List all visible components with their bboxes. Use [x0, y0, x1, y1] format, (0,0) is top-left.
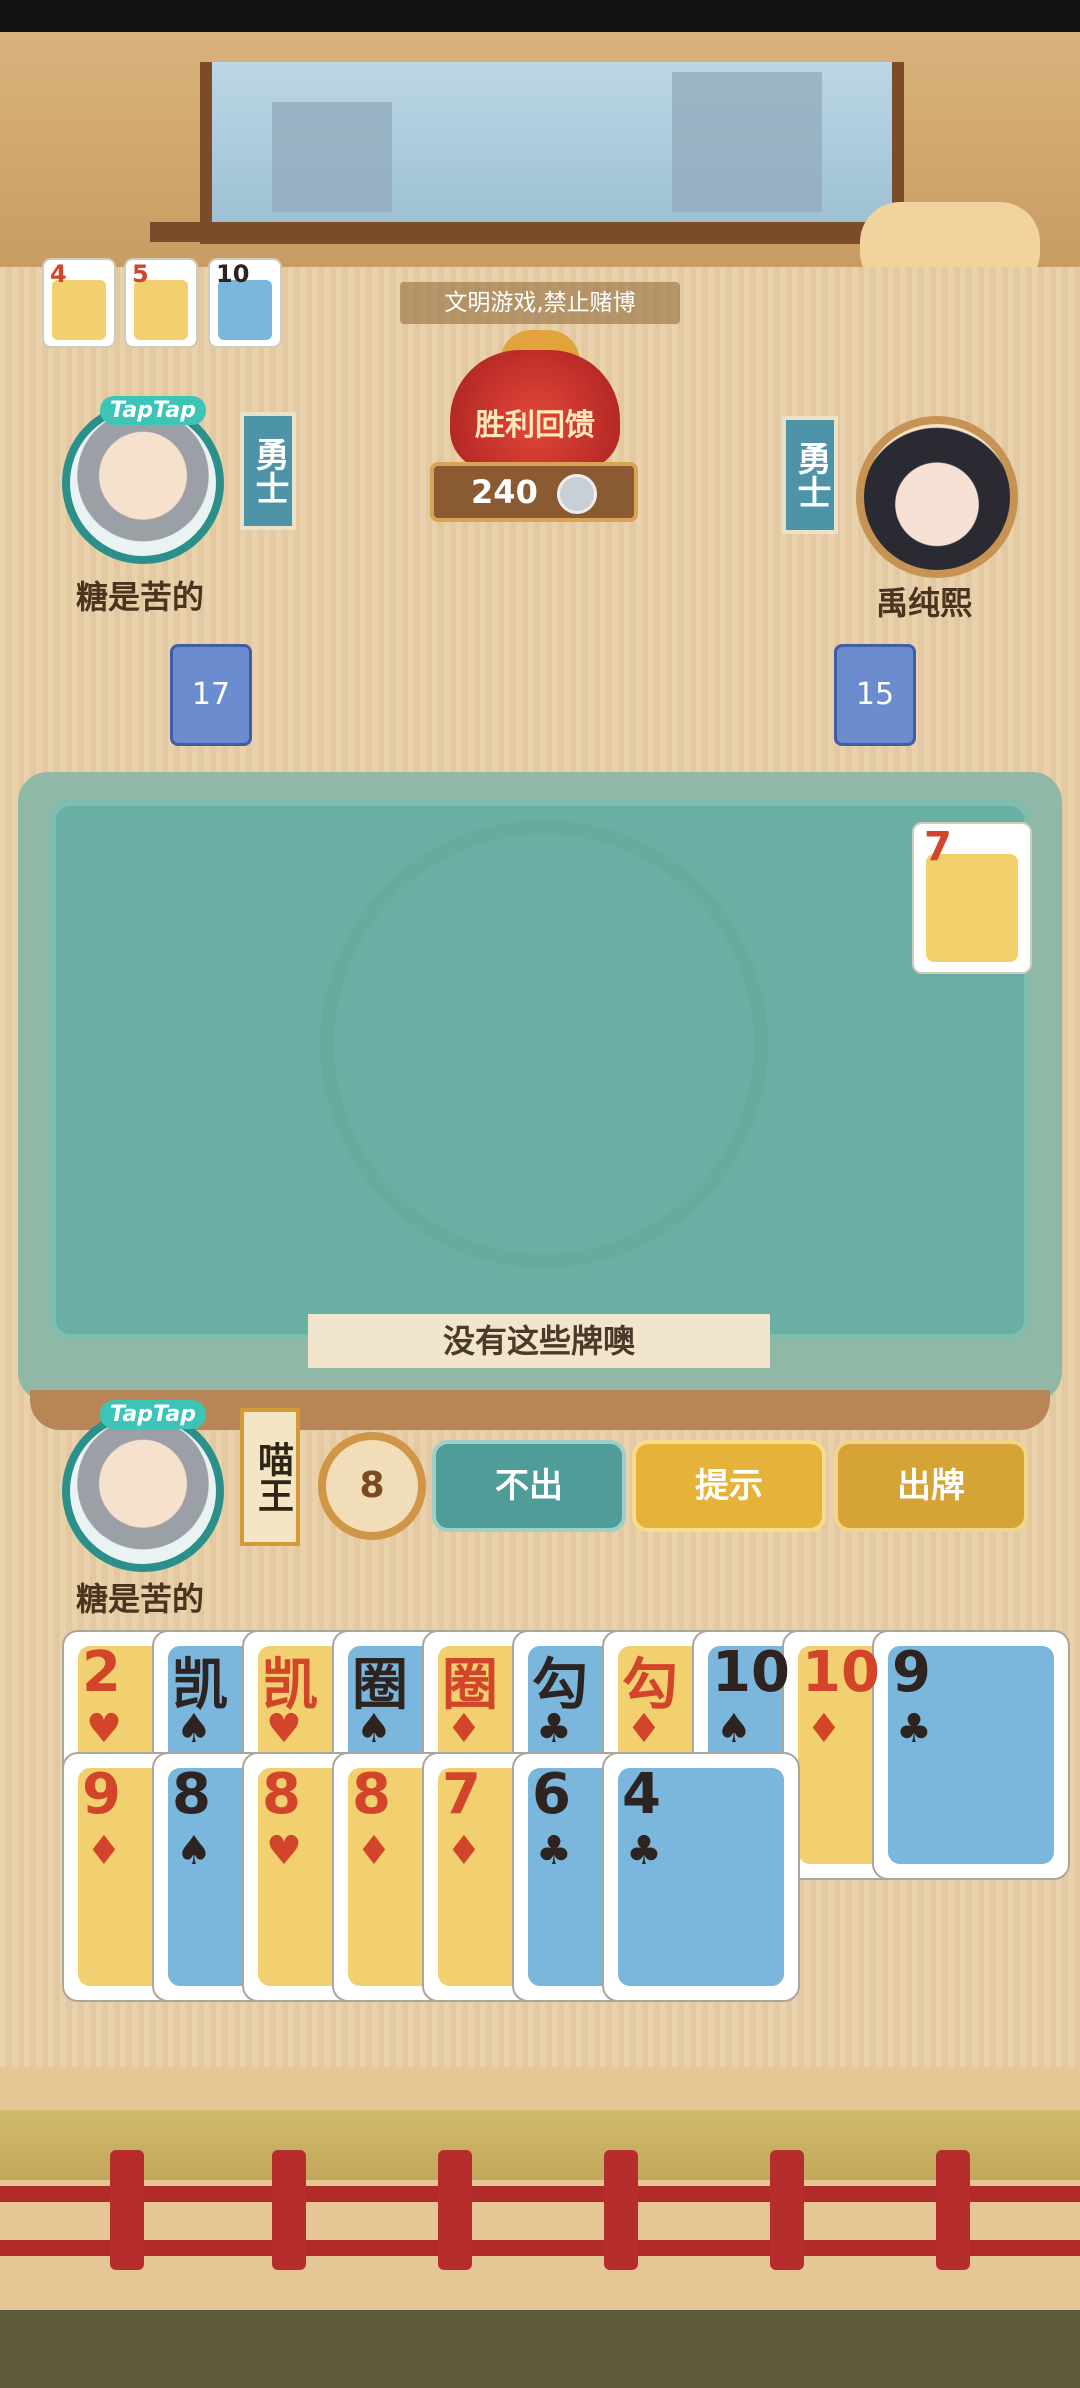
- card-rank: 6: [532, 1762, 571, 1827]
- taptap-badge: TapTap: [100, 396, 206, 425]
- status-bar: [0, 0, 1080, 32]
- card-rank: 10: [216, 260, 250, 288]
- card-rank: 4: [50, 260, 67, 288]
- hand-card[interactable]: 4 ♣: [602, 1752, 800, 2002]
- player-title-badge: 勇士: [782, 416, 838, 534]
- card-rank: 9: [892, 1640, 931, 1705]
- card-suit-icon: ♦: [446, 1706, 482, 1752]
- player-name: 禹纯熙: [876, 584, 973, 622]
- card-suit-icon: ♠: [176, 1706, 212, 1752]
- card-rank: 8: [262, 1762, 301, 1827]
- card-rank: 2: [82, 1640, 121, 1705]
- grass-border: [0, 2310, 1080, 2388]
- card-rank: 7: [442, 1762, 481, 1827]
- table-message: 没有这些牌噢: [308, 1314, 770, 1368]
- card-rank: 10: [712, 1640, 790, 1705]
- window-view: [200, 62, 904, 244]
- fence-post: [438, 2150, 472, 2270]
- card-rank: 8: [352, 1762, 391, 1827]
- recent-card: 10: [208, 258, 282, 348]
- card-suit-icon: ♦: [626, 1706, 662, 1752]
- reward-coins: 240: [430, 462, 638, 522]
- fence-post: [272, 2150, 306, 2270]
- fence-rail: [0, 2240, 1080, 2256]
- played-card: 7: [912, 822, 1032, 974]
- card-suit-icon: ♣: [896, 1706, 932, 1752]
- fence-post: [770, 2150, 804, 2270]
- card-suit-icon: ♠: [356, 1706, 392, 1752]
- player-title-badge: 勇士: [240, 412, 296, 530]
- fair-play-notice: 文明游戏,禁止赌博: [400, 282, 680, 324]
- background-scenery: [0, 32, 1080, 292]
- pagoda-silhouette: [272, 102, 392, 212]
- recent-card: 4: [42, 258, 116, 348]
- hand-card[interactable]: 9 ♣: [872, 1630, 1070, 1880]
- card-suit-icon: ♥: [86, 1706, 122, 1752]
- card-rank: 10: [802, 1640, 880, 1705]
- pass-button[interactable]: 不出: [432, 1440, 626, 1532]
- play-button[interactable]: 出牌: [834, 1440, 1028, 1532]
- card-face: [926, 854, 1018, 962]
- recent-card: 5: [124, 258, 198, 348]
- card-rank: 5: [132, 260, 149, 288]
- card-suit-icon: ♦: [356, 1828, 392, 1874]
- card-suit-icon: ♦: [86, 1828, 122, 1874]
- card-suit-icon: ♠: [716, 1706, 752, 1752]
- avatar[interactable]: [62, 402, 224, 564]
- fence-post: [110, 2150, 144, 2270]
- card-suit-icon: ♥: [266, 1828, 302, 1874]
- coin-icon: [556, 474, 597, 514]
- pagoda-silhouette: [672, 72, 822, 212]
- fence-rail: [0, 2186, 1080, 2202]
- taptap-badge: TapTap: [100, 1400, 206, 1429]
- card-face: [218, 280, 272, 340]
- fence-top-rail: [0, 2110, 1080, 2180]
- fence-post: [604, 2150, 638, 2270]
- card-rank: 4: [622, 1762, 661, 1827]
- card-rank: 8: [172, 1762, 211, 1827]
- card-face: [52, 280, 106, 340]
- card-suit-icon: ♦: [446, 1828, 482, 1874]
- player-name: 糖是苦的: [76, 578, 205, 616]
- card-face: [134, 280, 188, 340]
- avatar[interactable]: [62, 1410, 224, 1572]
- hint-button[interactable]: 提示: [632, 1440, 826, 1532]
- player-title-badge: 喵王: [240, 1408, 300, 1546]
- card-rank: 7: [924, 824, 952, 870]
- fence-post: [936, 2150, 970, 2270]
- cards-left-counter: 17: [170, 644, 252, 746]
- table-emblem: [320, 820, 768, 1268]
- turn-timer: 8: [318, 1432, 426, 1540]
- card-suit-icon: ♥: [266, 1706, 302, 1752]
- coin-count: 240: [471, 473, 538, 511]
- reward-label: 胜利回馈: [475, 408, 595, 443]
- card-suit-icon: ♣: [626, 1828, 662, 1874]
- cards-left-counter: 15: [834, 644, 916, 746]
- card-suit-icon: ♦: [806, 1706, 842, 1752]
- card-suit-icon: ♣: [536, 1706, 572, 1752]
- window-rail: [150, 222, 930, 242]
- card-rank: 9: [82, 1762, 121, 1827]
- card-suit-icon: ♠: [176, 1828, 212, 1874]
- player-name: 糖是苦的: [76, 1580, 205, 1618]
- card-suit-icon: ♣: [536, 1828, 572, 1874]
- avatar[interactable]: [856, 416, 1018, 578]
